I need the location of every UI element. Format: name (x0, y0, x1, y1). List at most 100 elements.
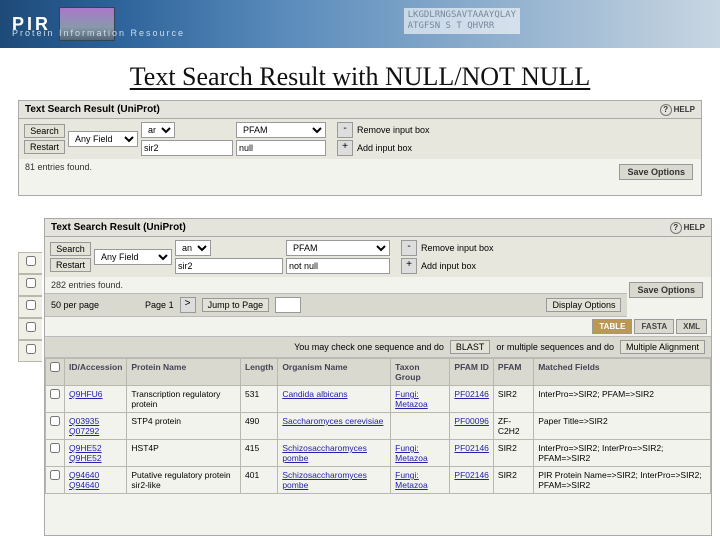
id-link[interactable]: Q94640 (69, 470, 99, 480)
help-link[interactable]: HELP (660, 104, 695, 116)
field1-select[interactable]: Any Field (94, 249, 172, 265)
col-pfamid[interactable]: PFAM ID (450, 359, 494, 386)
id-link[interactable]: Q07292 (69, 426, 99, 436)
op-select[interactable]: and (141, 122, 175, 138)
col-check (46, 359, 65, 386)
row-checkbox[interactable] (50, 389, 60, 399)
stub-checkbox[interactable] (26, 256, 36, 266)
remove-label: Remove input box (357, 125, 430, 135)
restart-button[interactable]: Restart (50, 258, 91, 272)
id-link[interactable]: Q94640 (69, 480, 99, 490)
multiple-alignment-button[interactable]: Multiple Alignment (620, 340, 705, 354)
row-checkbox[interactable] (50, 443, 60, 453)
col-pfam[interactable]: PFAM (493, 359, 533, 386)
col-pname[interactable]: Protein Name (127, 359, 241, 386)
pfamid-link[interactable]: PF02146 (454, 443, 489, 453)
pfamid-link[interactable]: PF00096 (454, 416, 489, 426)
pir-subtitle: Protein Information Resource (12, 28, 185, 38)
taxon-link[interactable]: Fungi: Metazoa (395, 470, 428, 490)
cell-org: Schizosaccharomyces pombe (278, 440, 391, 467)
id-link[interactable]: Q9HFU6 (69, 389, 103, 399)
field2-select[interactable]: PFAM (286, 240, 390, 256)
add-row-button[interactable]: + (337, 140, 353, 156)
panel2-heading: Text Search Result (UniProt) (51, 222, 186, 233)
cell-matched: InterPro=>SIR2; InterPro=>SIR2; PFAM=>SI… (534, 440, 711, 467)
remove-row-button[interactable]: - (401, 240, 417, 256)
panel1-title: Text Search Result (UniProt) HELP (19, 101, 701, 119)
perpage-label: 50 per page (51, 300, 99, 310)
table-row: Q94640Q94640 Putative regulatory protein … (46, 467, 711, 494)
cell-id: Q9HE52Q9HE52 (65, 440, 127, 467)
row-checkbox[interactable] (50, 470, 60, 480)
id-link[interactable]: Q9HE52 (69, 453, 102, 463)
cell-pfamid: PF02146 (450, 386, 494, 413)
col-taxon[interactable]: Taxon Group (391, 359, 450, 386)
page-label: Page 1 (145, 300, 174, 310)
field1-input[interactable] (175, 258, 283, 274)
help-link[interactable]: HELP (670, 222, 705, 234)
field2-input[interactable] (286, 258, 390, 274)
col-matched[interactable]: Matched Fields (534, 359, 711, 386)
action-mid: or multiple sequences and do (496, 342, 614, 352)
stub-checkbox[interactable] (26, 300, 36, 310)
sequence-chip: LKGDLRNGSAVTAAAYQLAY ATGFSN S T QHVRR (404, 8, 520, 34)
id-link[interactable]: Q03935 (69, 416, 99, 426)
stub-checkbox[interactable] (26, 344, 36, 354)
blast-button[interactable]: BLAST (450, 340, 491, 354)
org-link[interactable]: Saccharomyces cerevisiae (282, 416, 383, 426)
op-select[interactable]: and (175, 240, 211, 256)
tab-table[interactable]: TABLE (592, 319, 632, 334)
restart-button[interactable]: Restart (24, 140, 65, 154)
pfamid-link[interactable]: PF02146 (454, 470, 489, 480)
display-options-button[interactable]: Display Options (546, 298, 621, 312)
cell-pname: Transcription regulatory protein (127, 386, 241, 413)
cell-pname: Putative regulatory protein sir2-like (127, 467, 241, 494)
field1-select[interactable]: Any Field (68, 131, 138, 147)
panel2-title: Text Search Result (UniProt) HELP (45, 219, 711, 237)
save-options-button[interactable]: Save Options (629, 282, 703, 298)
panel-null: Text Search Result (UniProt) HELP Search… (18, 100, 702, 196)
id-link[interactable]: Q9HE52 (69, 443, 102, 453)
tab-fasta[interactable]: FASTA (634, 319, 674, 334)
col-id[interactable]: ID/Accession (65, 359, 127, 386)
field2-input[interactable] (236, 140, 326, 156)
cell-org: Saccharomyces cerevisiae (278, 413, 391, 440)
next-page-button[interactable]: > (180, 297, 196, 313)
field1-input[interactable] (141, 140, 233, 156)
seq-line-2: ATGFSN S T QHVRR (408, 21, 516, 32)
pfamid-link[interactable]: PF02146 (454, 389, 489, 399)
row-checkbox[interactable] (50, 416, 60, 426)
jump-page-button[interactable]: Jump to Page (202, 298, 270, 312)
add-row-button[interactable]: + (401, 258, 417, 274)
search-button[interactable]: Search (24, 124, 65, 138)
search-button[interactable]: Search (50, 242, 91, 256)
org-link[interactable]: Schizosaccharomyces pombe (282, 470, 367, 490)
panel2-search-row: Search Restart Any Field and PFAM -Remov… (45, 237, 711, 277)
taxon-link[interactable]: Fungi: Metazoa (395, 443, 428, 463)
panel2-count: 282 entries found. (51, 280, 123, 290)
cell-len: 401 (240, 467, 277, 494)
cell-pname: HST4P (127, 440, 241, 467)
col-len[interactable]: Length (240, 359, 277, 386)
cell-pfam: ZF-C2H2 (493, 413, 533, 440)
cell-taxon (391, 413, 450, 440)
panel2-meta: 282 entries found. Save Options (45, 277, 711, 293)
stub-checkbox[interactable] (26, 278, 36, 288)
col-org[interactable]: Organism Name (278, 359, 391, 386)
check-all[interactable] (50, 362, 60, 372)
pagination-bar: 50 per page Page 1 > Jump to Page Displa… (45, 293, 627, 317)
seq-line-1: LKGDLRNGSAVTAAAYQLAY (408, 10, 516, 21)
field2-select[interactable]: PFAM (236, 122, 326, 138)
org-link[interactable]: Schizosaccharomyces pombe (282, 443, 367, 463)
panel1-count: 81 entries found. (25, 162, 92, 172)
tab-xml[interactable]: XML (676, 319, 707, 334)
org-link[interactable]: Candida albicans (282, 389, 347, 399)
jump-page-input[interactable] (275, 297, 301, 313)
table-row: Q9HFU6Transcription regulatory protein53… (46, 386, 711, 413)
stub-checkbox[interactable] (26, 322, 36, 332)
remove-row-button[interactable]: - (337, 122, 353, 138)
panel1-meta: 81 entries found. Save Options (19, 159, 701, 175)
save-options-button[interactable]: Save Options (619, 164, 693, 180)
cell-pname: STP4 protein (127, 413, 241, 440)
taxon-link[interactable]: Fungi: Metazoa (395, 389, 428, 409)
